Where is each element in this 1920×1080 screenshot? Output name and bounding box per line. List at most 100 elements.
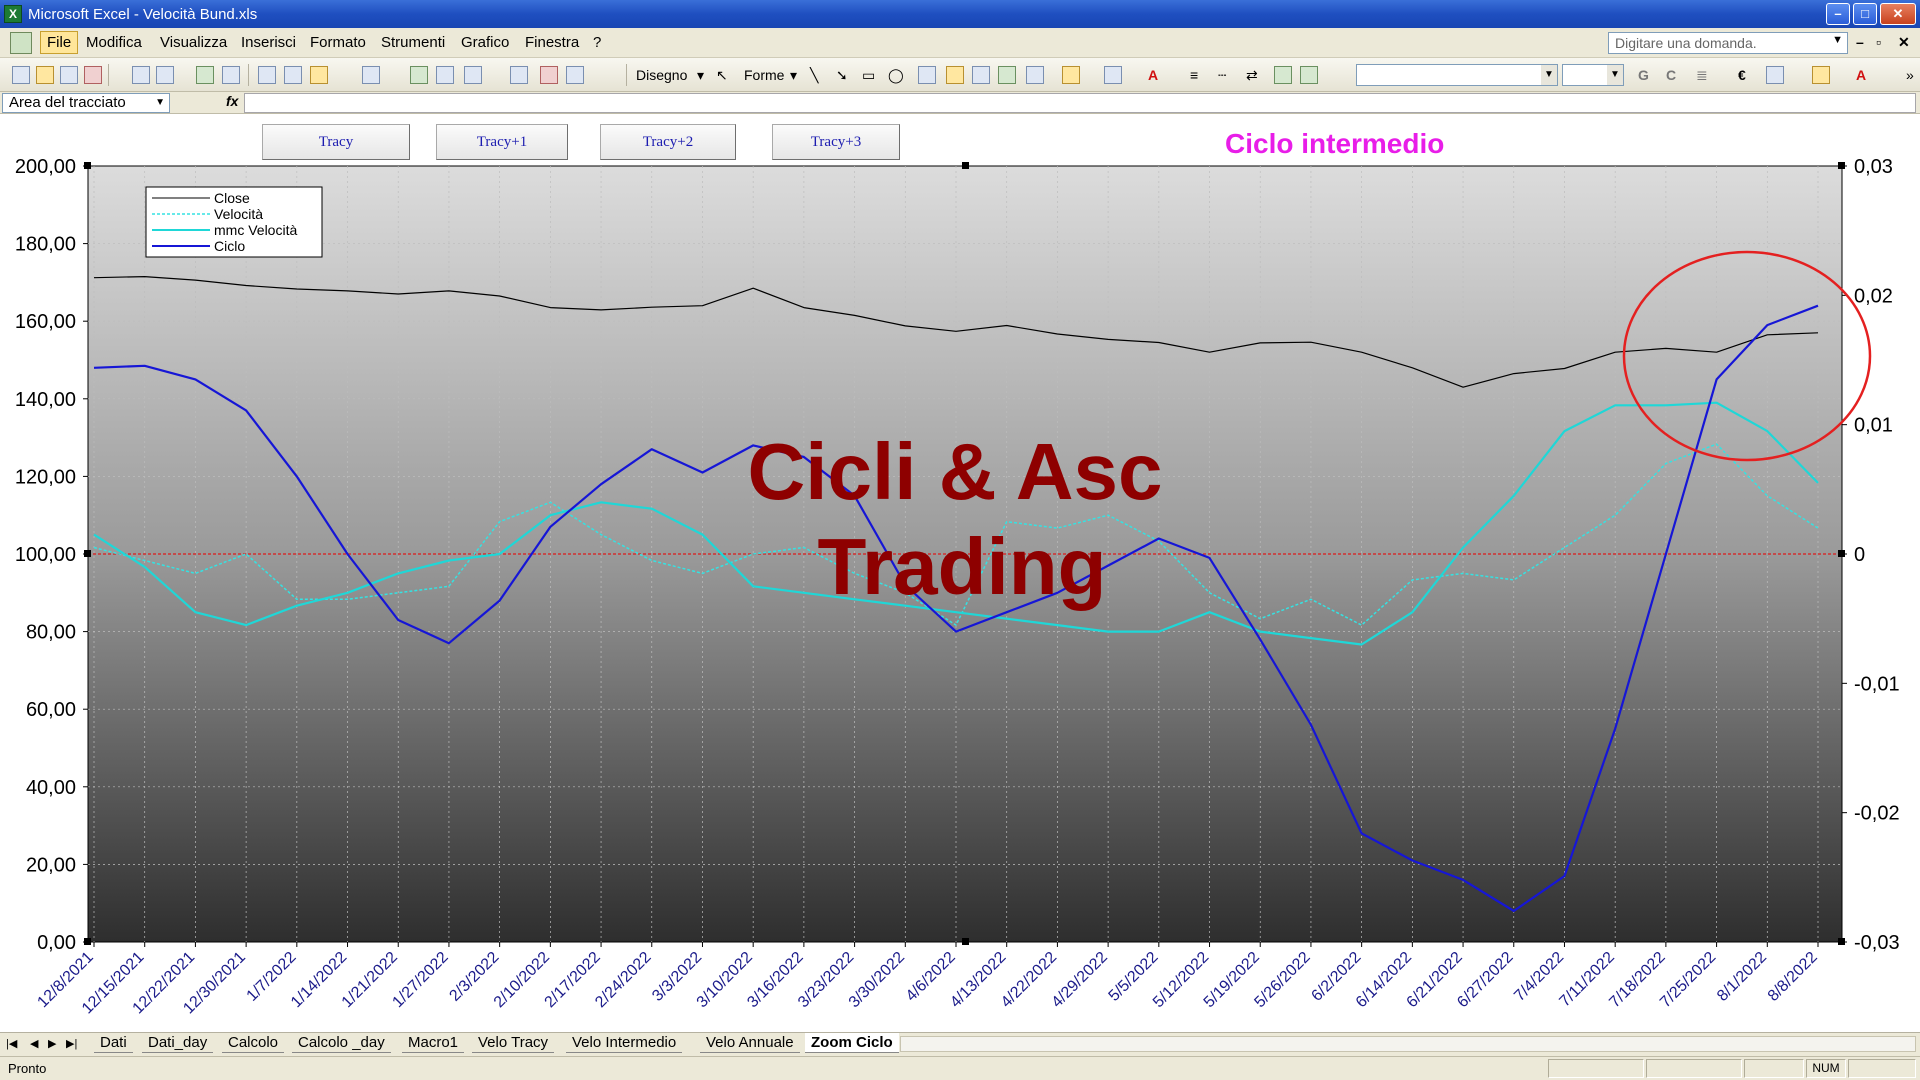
sheet-tab-velo-intermedio[interactable]: Velo Intermedio (566, 1033, 683, 1053)
selection-handle[interactable] (84, 938, 91, 945)
legend[interactable]: Close Velocità mmc Velocità Ciclo (145, 186, 323, 258)
help-icon[interactable] (566, 66, 584, 84)
line-icon[interactable]: ╲ (810, 67, 818, 84)
chart-wizard-icon[interactable] (540, 66, 558, 84)
fill-color-icon[interactable] (1812, 66, 1830, 84)
chevron-down-icon: ▼ (1607, 65, 1623, 85)
wordart-icon[interactable] (946, 66, 964, 84)
formula-input[interactable] (244, 93, 1916, 113)
sheet-tab-velo-tracy[interactable]: Velo Tracy (472, 1033, 555, 1053)
diagram-icon[interactable] (972, 66, 990, 84)
sheet-tab-dati-day[interactable]: Dati_day (142, 1033, 214, 1053)
shadow-icon[interactable] (1274, 66, 1292, 84)
bold-icon[interactable]: G (1638, 67, 1649, 83)
select-objects-icon[interactable]: ↖ (716, 67, 728, 84)
line-chart[interactable]: 0,00 20,00 40,00 60,00 80,00 100,00 120,00 140,… (0, 114, 1920, 1032)
undo-icon[interactable] (362, 66, 380, 84)
menu-file[interactable]: File (40, 31, 79, 54)
status-panel (1646, 1059, 1742, 1078)
arrow-style-icon[interactable]: ⇄ (1246, 67, 1258, 84)
sheet-tab-macro1[interactable]: Macro1 (402, 1033, 465, 1053)
selection-handle[interactable] (962, 162, 969, 169)
sheet-tab-dati[interactable]: Dati (94, 1033, 133, 1053)
selection-handle[interactable] (1838, 550, 1845, 557)
chart-sheet[interactable]: Tracy Tracy+1 Tracy+2 Tracy+3 Ciclo inte… (0, 114, 1920, 1032)
sheet-tab-calcolo[interactable]: Calcolo (222, 1033, 285, 1053)
spelling-icon[interactable] (196, 66, 214, 84)
minimize-button[interactable]: – (1826, 3, 1850, 25)
x-tick-label: 3/30/2022 (846, 949, 908, 1011)
doc-minimize-icon[interactable]: – (1856, 34, 1864, 50)
toolbar-options-icon[interactable]: » (1906, 67, 1914, 83)
open-icon[interactable] (36, 66, 54, 84)
horizontal-scrollbar[interactable] (900, 1036, 1916, 1052)
font-color-icon[interactable]: A (1856, 67, 1866, 83)
selection-handle[interactable] (962, 938, 969, 945)
research-icon[interactable] (222, 66, 240, 84)
line-style-icon[interactable]: ≡ (1190, 67, 1198, 83)
menu-grafico[interactable]: Grafico (461, 34, 509, 51)
euro-icon[interactable]: € (1738, 67, 1746, 83)
clipart-icon[interactable] (998, 66, 1016, 84)
prev-sheet-icon[interactable]: ◀ (30, 1037, 38, 1050)
selection-handle[interactable] (1838, 938, 1845, 945)
chart-object-icon[interactable] (436, 66, 454, 84)
selection-handle[interactable] (1838, 162, 1845, 169)
disegno-menu[interactable]: Disegno (636, 67, 687, 83)
copy-icon[interactable] (284, 66, 302, 84)
new-icon[interactable] (12, 66, 30, 84)
dash-style-icon[interactable]: ┄ (1218, 67, 1226, 84)
arrow-icon[interactable]: ➘ (836, 67, 848, 84)
picture-icon[interactable] (1026, 66, 1044, 84)
next-sheet-icon[interactable]: ▶ (48, 1037, 56, 1050)
3d-icon[interactable] (1300, 66, 1318, 84)
paste-icon[interactable] (310, 66, 328, 84)
font-color-icon[interactable]: A (1148, 67, 1158, 83)
fill-color-icon[interactable] (1062, 66, 1080, 84)
print-preview-icon[interactable] (156, 66, 174, 84)
line-color-icon[interactable] (1104, 66, 1122, 84)
sheet-tab-calcolo-day[interactable]: Calcolo _day (292, 1033, 391, 1053)
doc-restore-icon[interactable]: ▫ (1876, 34, 1881, 50)
chevron-down-icon[interactable]: ▼ (155, 94, 165, 112)
legend-ciclo: Ciclo (214, 238, 245, 254)
autosum-icon[interactable] (464, 66, 482, 84)
doc-close-icon[interactable]: ✕ (1898, 34, 1910, 51)
font-name-select[interactable]: ▼ (1356, 64, 1558, 86)
permission-icon[interactable] (84, 66, 102, 84)
sort-icon[interactable] (510, 66, 528, 84)
first-sheet-icon[interactable]: |◀ (6, 1037, 17, 1050)
italic-icon[interactable]: C (1666, 67, 1676, 83)
name-box[interactable]: Area del tracciato ▼ (2, 93, 170, 113)
rectangle-icon[interactable]: ▭ (862, 67, 875, 84)
maximize-button[interactable]: □ (1853, 3, 1877, 25)
textbox-icon[interactable] (918, 66, 936, 84)
menu-help[interactable]: ? (593, 34, 601, 51)
menu-finestra[interactable]: Finestra (525, 34, 579, 51)
ask-question-input[interactable]: Digitare una domanda. ▼ (1608, 32, 1848, 54)
oval-icon[interactable]: ◯ (888, 67, 904, 84)
chevron-down-icon[interactable]: ▼ (1832, 34, 1843, 46)
sheet-tab-velo-annuale[interactable]: Velo Annuale (700, 1033, 800, 1053)
close-button[interactable]: ✕ (1880, 3, 1916, 25)
y-axis-left: 0,00 20,00 40,00 60,00 80,00 100,00 120,00 140,… (15, 156, 88, 954)
fx-icon[interactable]: fx (226, 93, 238, 109)
document-icon[interactable] (10, 32, 32, 54)
borders-icon[interactable] (1766, 66, 1784, 84)
align-icon[interactable]: ≣ (1696, 67, 1708, 84)
print-icon[interactable] (132, 66, 150, 84)
menu-modifica[interactable]: Modifica (86, 34, 142, 51)
cut-icon[interactable] (258, 66, 276, 84)
last-sheet-icon[interactable]: ▶| (66, 1037, 77, 1050)
selection-handle[interactable] (84, 162, 91, 169)
forme-menu[interactable]: Forme (744, 67, 784, 83)
menu-formato[interactable]: Formato (310, 34, 366, 51)
menu-visualizza[interactable]: Visualizza (160, 34, 227, 51)
menu-strumenti[interactable]: Strumenti (381, 34, 445, 51)
menu-inserisci[interactable]: Inserisci (241, 34, 296, 51)
save-icon[interactable] (60, 66, 78, 84)
hyperlink-icon[interactable] (410, 66, 428, 84)
selection-handle[interactable] (84, 550, 91, 557)
sheet-tab-zoom-ciclo[interactable]: Zoom Ciclo (805, 1033, 899, 1053)
font-size-select[interactable]: ▼ (1562, 64, 1624, 86)
